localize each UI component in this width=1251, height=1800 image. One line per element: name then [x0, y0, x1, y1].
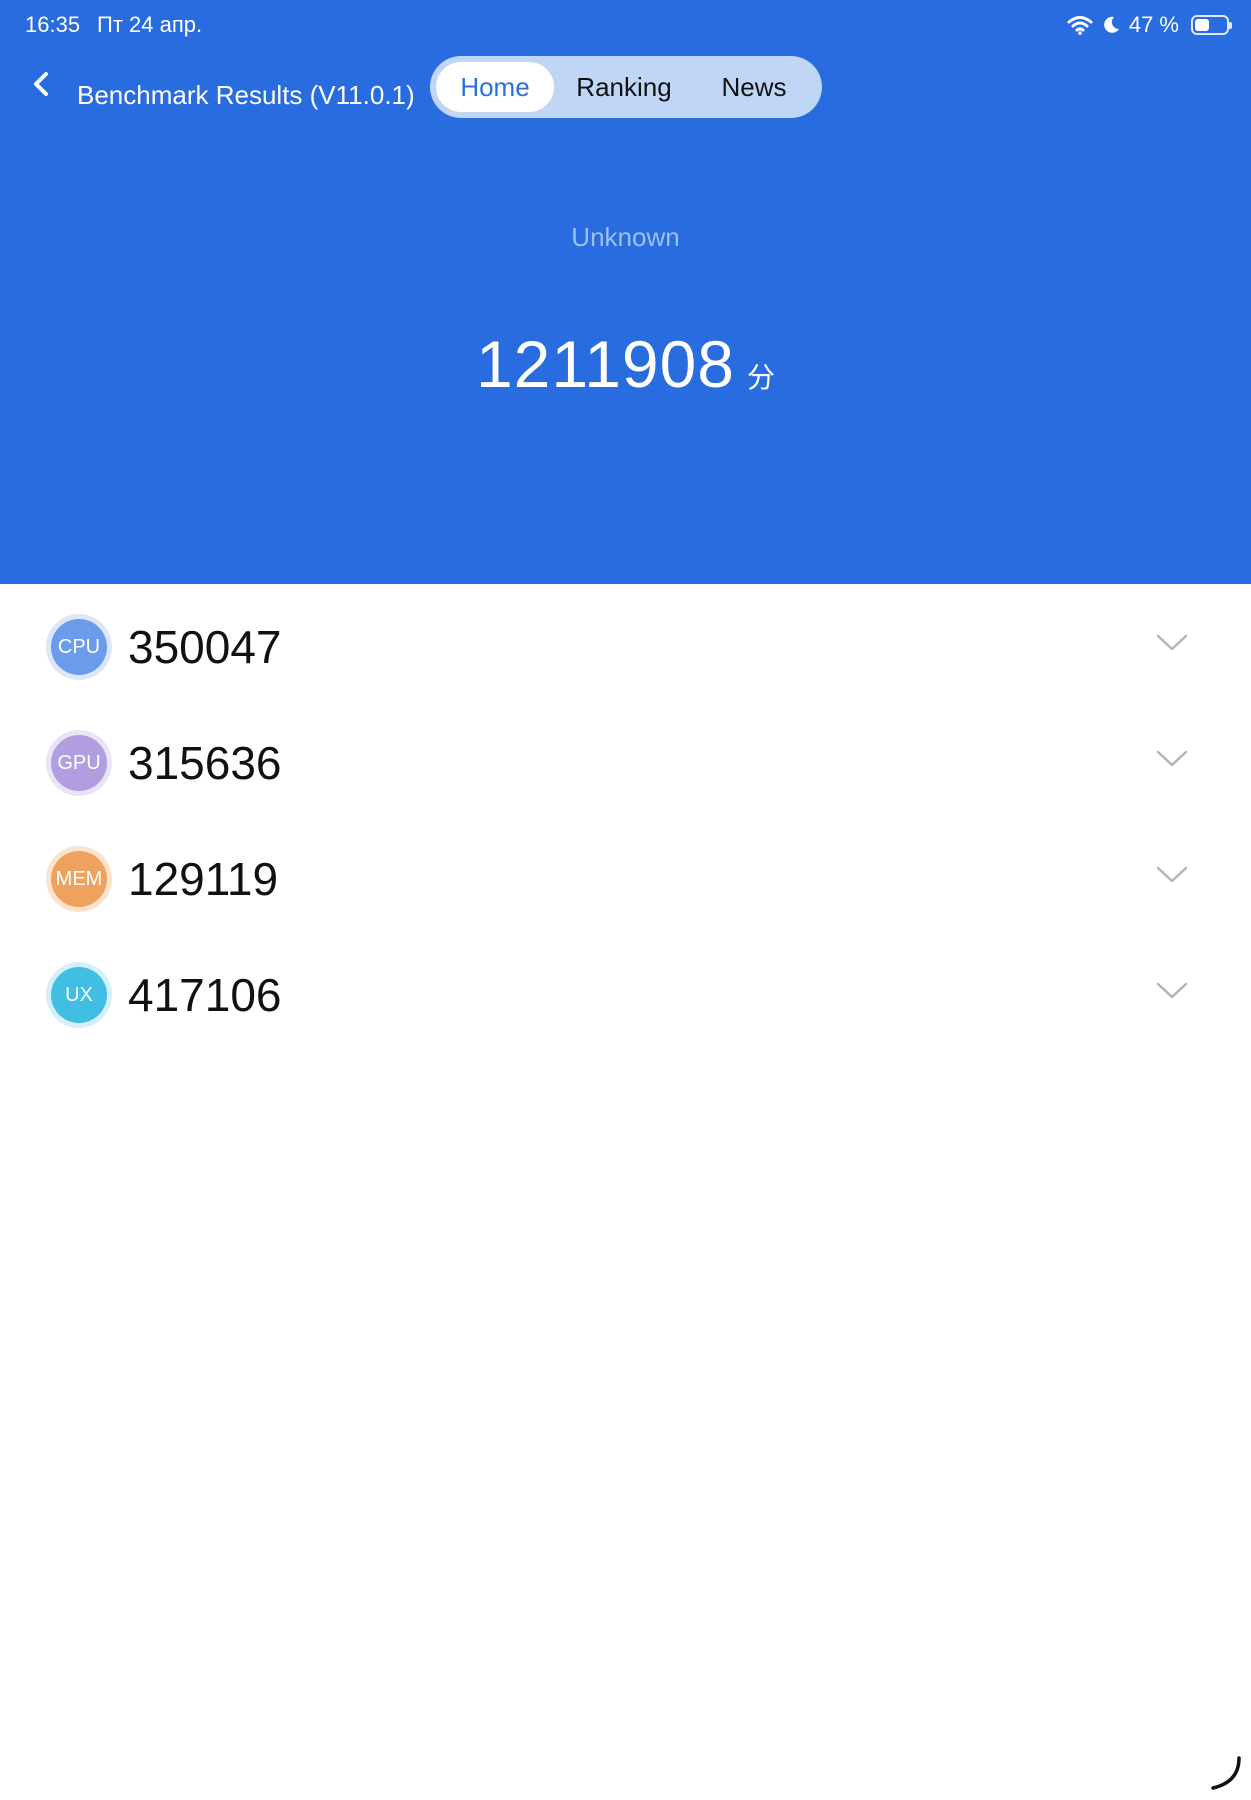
battery-icon: [1191, 15, 1232, 35]
moon-icon: [1104, 16, 1119, 33]
score-row-cpu[interactable]: CPU 350047: [0, 584, 1251, 700]
status-time: 16:35: [25, 12, 81, 37]
score-row-mem[interactable]: MEM 129119: [0, 816, 1251, 932]
score-row-ux[interactable]: UX 417106: [0, 932, 1251, 1048]
total-score: 1211908 分: [0, 326, 1251, 402]
cpu-badge: CPU: [51, 619, 107, 675]
score-list: CPU 350047 GPU 315636 MEM 129119 UX 4171…: [0, 584, 1251, 1048]
wifi-icon: [1067, 16, 1093, 35]
ux-score: 417106: [128, 969, 282, 1021]
chevron-down-icon[interactable]: [1155, 632, 1189, 654]
battery-percent: 47 %: [1128, 12, 1179, 37]
battery-level-fill: [1195, 19, 1209, 31]
back-button[interactable]: [28, 66, 62, 106]
mem-score: 129119: [128, 853, 279, 905]
score-row-gpu[interactable]: GPU 315636: [0, 700, 1251, 816]
gpu-score: 315636: [128, 737, 282, 789]
score-unit: 分: [747, 362, 776, 393]
device-name: Unknown: [571, 222, 680, 252]
nav-bar: Benchmark Results (V11.0.1) Home Ranking…: [0, 56, 1251, 120]
mem-badge: MEM: [51, 851, 107, 907]
page-title: Benchmark Results (V11.0.1): [77, 80, 415, 110]
status-bar: 16:35 Пт 24 апр. 47 %: [0, 0, 1251, 50]
chevron-left-icon: [34, 72, 48, 96]
gpu-badge-ring: GPU: [46, 730, 112, 796]
gpu-badge: GPU: [51, 735, 107, 791]
tab-news[interactable]: News: [692, 62, 816, 112]
total-score-value: 1211908: [475, 327, 736, 401]
ux-badge-ring: UX: [46, 962, 112, 1028]
chevron-down-icon[interactable]: [1155, 864, 1189, 886]
segmented-control: Home Ranking News: [430, 56, 822, 118]
status-date: Пт 24 апр.: [97, 12, 203, 37]
status-indicators: 47 %: [1067, 10, 1232, 40]
header: 16:35 Пт 24 апр. 47 % Benchmark Results: [0, 0, 1251, 584]
mem-badge-ring: MEM: [46, 846, 112, 912]
chevron-down-icon[interactable]: [1155, 980, 1189, 1002]
cpu-score: 350047: [128, 621, 282, 673]
cpu-badge-ring: CPU: [46, 614, 112, 680]
ux-badge: UX: [51, 967, 107, 1023]
scroll-corner-indicator: [1211, 1756, 1241, 1790]
tab-home[interactable]: Home: [436, 62, 554, 112]
tab-ranking[interactable]: Ranking: [562, 62, 686, 112]
chevron-down-icon[interactable]: [1155, 748, 1189, 770]
